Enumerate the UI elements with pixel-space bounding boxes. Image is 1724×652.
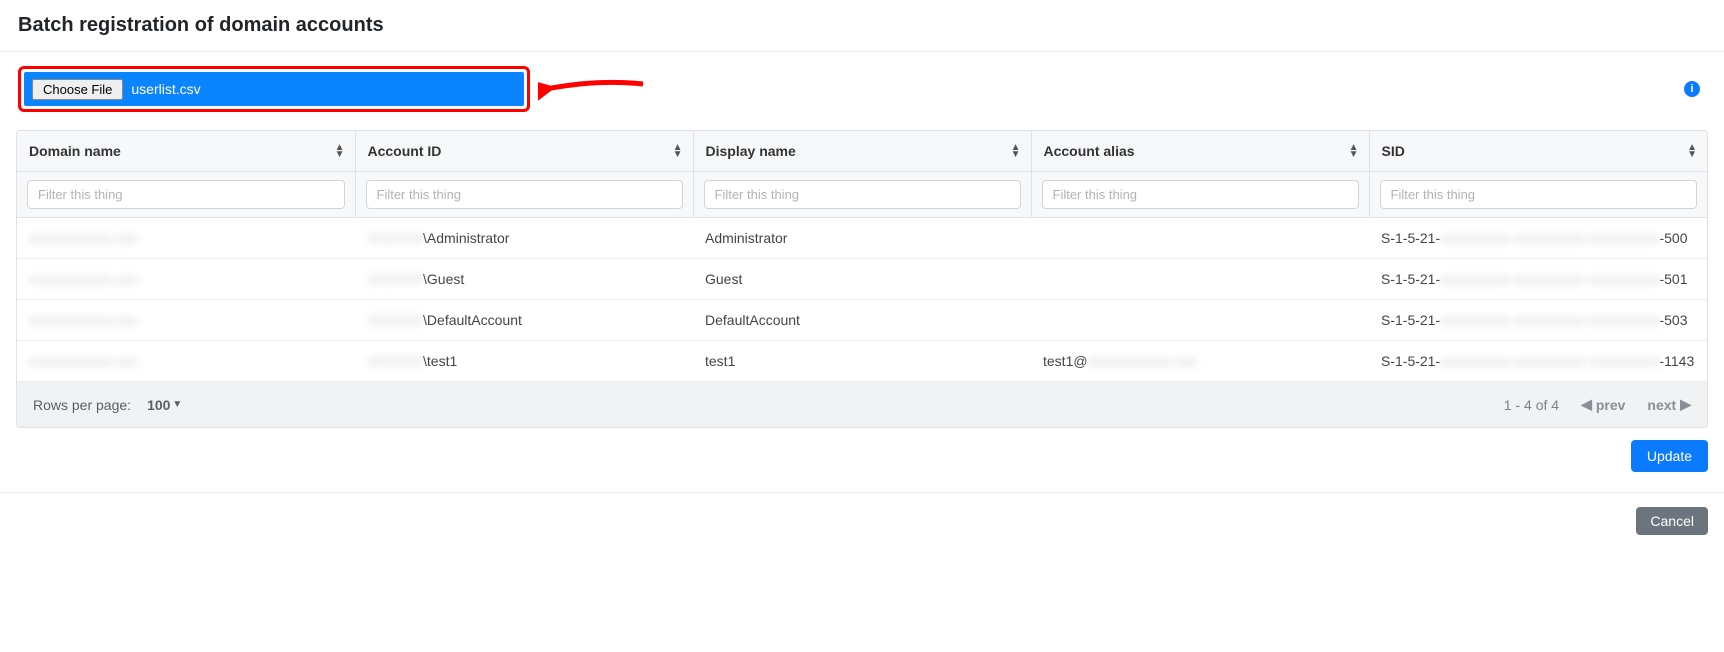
- update-button[interactable]: Update: [1631, 440, 1708, 472]
- info-icon[interactable]: i: [1684, 81, 1700, 97]
- filter-display-name[interactable]: [704, 180, 1021, 209]
- col-header-account-alias[interactable]: Account alias ▲▼: [1031, 131, 1369, 172]
- sort-icon: ▲▼: [1687, 144, 1697, 158]
- filter-sid[interactable]: [1380, 180, 1698, 209]
- table-row: xxxxxxxxxxxx.xxx XXXXXX\Guest Guest S-1-…: [17, 259, 1707, 300]
- caret-down-icon: ▼: [172, 399, 182, 410]
- table-row: xxxxxxxxxxxx.xxx XXXXXX\Administrator Ad…: [17, 218, 1707, 259]
- col-header-display-name[interactable]: Display name ▲▼: [693, 131, 1031, 172]
- actions-row: Update: [0, 428, 1724, 493]
- choose-file-button[interactable]: Choose File: [32, 79, 123, 100]
- cancel-button[interactable]: Cancel: [1636, 507, 1708, 535]
- file-input[interactable]: Choose File userlist.csv: [24, 72, 524, 106]
- rows-per-page-label: Rows per page:: [33, 397, 131, 413]
- accounts-table: Domain name ▲▼ Account ID ▲▼ Display nam…: [16, 130, 1708, 428]
- sort-icon: ▲▼: [1011, 144, 1021, 158]
- sort-icon: ▲▼: [335, 144, 345, 158]
- cancel-row: Cancel: [0, 493, 1724, 549]
- col-header-sid[interactable]: SID ▲▼: [1369, 131, 1707, 172]
- filter-account-id[interactable]: [366, 180, 683, 209]
- page-title: Batch registration of domain accounts: [18, 14, 1706, 37]
- table-row: xxxxxxxxxxxx.xxx XXXXXX\DefaultAccount D…: [17, 300, 1707, 341]
- sort-icon: ▲▼: [673, 144, 683, 158]
- filter-domain[interactable]: [27, 180, 345, 209]
- table-row: xxxxxxxxxxxx.xxx XXXXXX\test1 test1 test…: [17, 341, 1707, 382]
- table-footer: Rows per page: 100 ▼ 1 - 4 of 4 ◀ prev n…: [17, 382, 1707, 427]
- prev-button[interactable]: ◀ prev: [1581, 396, 1625, 413]
- col-header-account-id[interactable]: Account ID ▲▼: [355, 131, 693, 172]
- next-button[interactable]: next ▶: [1647, 396, 1691, 413]
- rows-per-page-select[interactable]: 100 ▼: [147, 397, 182, 413]
- pager-range: 1 - 4 of 4: [1504, 397, 1559, 413]
- chevron-right-icon: ▶: [1680, 396, 1691, 413]
- sort-icon: ▲▼: [1349, 144, 1359, 158]
- chevron-left-icon: ◀: [1581, 396, 1592, 413]
- filter-account-alias[interactable]: [1042, 180, 1359, 209]
- col-header-domain[interactable]: Domain name ▲▼: [17, 131, 355, 172]
- chosen-filename: userlist.csv: [131, 81, 200, 97]
- arrow-annotation-icon: [538, 69, 648, 109]
- file-highlight-box: Choose File userlist.csv: [18, 66, 530, 112]
- file-row: Choose File userlist.csv i: [0, 52, 1724, 122]
- page-header: Batch registration of domain accounts: [0, 0, 1724, 52]
